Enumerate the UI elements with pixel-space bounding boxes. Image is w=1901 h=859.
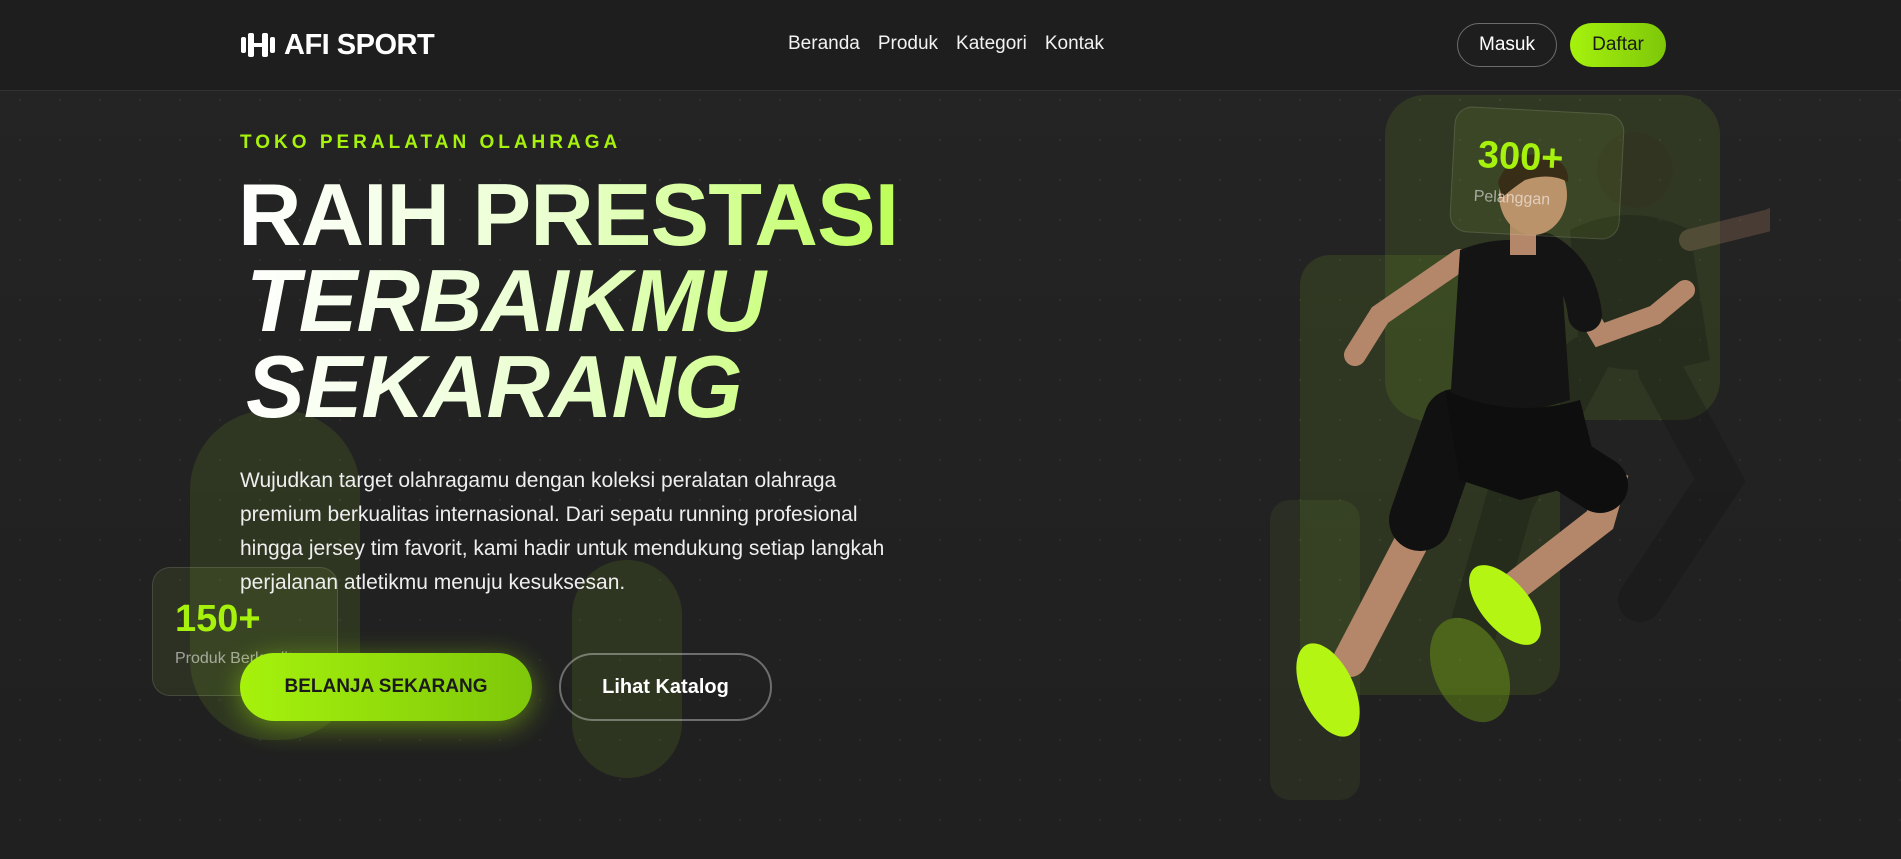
brand-logo[interactable]: AFI SPORT <box>240 28 435 62</box>
stat-customers-label: Pelanggan <box>1473 187 1551 209</box>
hero-eyebrow: TOKO PERALATAN OLAHRAGA <box>240 132 622 153</box>
nav-kategori[interactable]: Kategori <box>956 33 1027 55</box>
dumbbell-icon <box>241 33 275 57</box>
shop-now-button[interactable]: BELANJA SEKARANG <box>240 653 532 721</box>
hero-description: Wujudkan target olahragamu dengan koleks… <box>240 469 885 594</box>
nav-kontak[interactable]: Kontak <box>1045 33 1104 55</box>
headline-line-2: TERBAIKMU <box>238 257 938 345</box>
hero-headline: RAIH PRESTASI TERBAIKMU SEKARANG <box>238 171 938 431</box>
stat-customers-value: 300+ <box>1476 133 1565 181</box>
brand-name: AFI SPORT <box>284 28 435 61</box>
headline-line-3: SEKARANG <box>238 343 938 431</box>
stat-products-value: 150+ <box>175 598 261 640</box>
headline-line-1: RAIH PRESTASI <box>238 171 938 259</box>
register-button[interactable]: Daftar <box>1570 23 1666 67</box>
login-button[interactable]: Masuk <box>1457 23 1557 67</box>
stat-card-customers: 300+ Pelanggan <box>1448 105 1626 241</box>
main-nav: Beranda Produk Kategori Kontak <box>788 33 1104 55</box>
view-catalog-button[interactable]: Lihat Katalog <box>559 653 772 721</box>
nav-produk[interactable]: Produk <box>878 33 938 55</box>
nav-beranda[interactable]: Beranda <box>788 33 860 55</box>
site-header: AFI SPORT Beranda Produk Kategori Kontak… <box>0 0 1901 91</box>
